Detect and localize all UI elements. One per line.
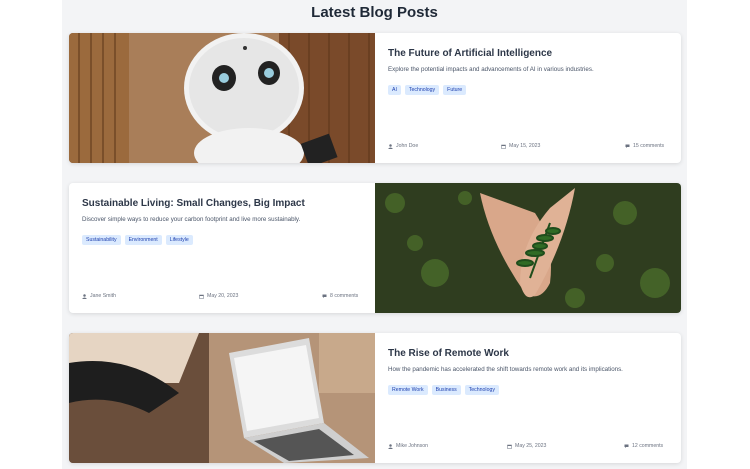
post-content: The Rise of Remote Work How the pandemic…: [375, 333, 681, 463]
date-text: May 15, 2023: [509, 143, 541, 149]
comments-icon: [322, 294, 327, 298]
date-text: May 20, 2023: [207, 293, 239, 299]
tag[interactable]: Lifestyle: [165, 235, 193, 245]
user-icon: [82, 293, 87, 299]
post-date: May 20, 2023: [199, 293, 238, 299]
post-author: Mike Johnson: [388, 443, 428, 449]
page-title: Latest Blog Posts: [311, 4, 438, 21]
tag[interactable]: Technology: [464, 385, 499, 395]
post-author: Jane Smith: [82, 293, 116, 299]
calendar-icon: [199, 294, 204, 299]
blog-card[interactable]: The Rise of Remote Work How the pandemic…: [69, 333, 681, 463]
calendar-icon: [501, 144, 506, 149]
post-comments[interactable]: 8 comments: [322, 293, 358, 299]
post-content: Sustainable Living: Small Changes, Big I…: [69, 183, 375, 313]
post-title[interactable]: The Rise of Remote Work: [388, 348, 509, 359]
plant-in-hands-photo[interactable]: [375, 183, 681, 313]
author-name: Mike Johnson: [396, 443, 429, 449]
post-date: May 15, 2023: [501, 143, 540, 149]
tag[interactable]: Environment: [124, 235, 162, 245]
tag[interactable]: Remote Work: [388, 385, 428, 395]
post-date: May 25, 2023: [507, 443, 546, 449]
tag-list: Sustainability Environment Lifestyle: [82, 235, 193, 245]
comments-icon: [625, 144, 630, 148]
blog-page: Latest Blog Posts The Future of Artifici…: [62, 0, 687, 469]
blog-card[interactable]: The Future of Artificial Intelligence Ex…: [69, 33, 681, 163]
post-content: The Future of Artificial Intelligence Ex…: [375, 33, 681, 163]
tag-list: Remote Work Business Technology: [388, 385, 499, 395]
tag[interactable]: Technology: [404, 85, 440, 95]
author-name: John Doe: [396, 143, 419, 149]
robot-photo[interactable]: [69, 33, 375, 163]
blog-card[interactable]: Sustainable Living: Small Changes, Big I…: [69, 183, 681, 313]
comments-count: 15 comments: [633, 143, 665, 149]
comments-count: 12 comments: [632, 443, 664, 449]
comments-count: 8 comments: [330, 293, 359, 299]
tag-list: AI Technology Future: [388, 85, 467, 95]
comments-icon: [624, 444, 629, 448]
user-icon: [388, 143, 393, 149]
post-excerpt: How the pandemic has accelerated the shi…: [388, 366, 623, 373]
post-comments[interactable]: 15 comments: [625, 143, 664, 149]
tag[interactable]: AI: [388, 85, 401, 95]
laptop-workspace-photo[interactable]: [69, 333, 375, 463]
calendar-icon: [507, 444, 512, 449]
tag[interactable]: Future: [443, 85, 467, 95]
post-excerpt: Discover simple ways to reduce your carb…: [82, 216, 301, 223]
post-title[interactable]: The Future of Artificial Intelligence: [388, 48, 552, 59]
tag[interactable]: Business: [431, 385, 461, 395]
date-text: May 25, 2023: [515, 443, 547, 449]
post-title[interactable]: Sustainable Living: Small Changes, Big I…: [82, 198, 305, 209]
post-excerpt: Explore the potential impacts and advanc…: [388, 66, 594, 73]
post-comments[interactable]: 12 comments: [624, 443, 663, 449]
post-author: John Doe: [388, 143, 418, 149]
tag[interactable]: Sustainability: [82, 235, 121, 245]
author-name: Jane Smith: [90, 293, 116, 299]
user-icon: [388, 443, 393, 449]
